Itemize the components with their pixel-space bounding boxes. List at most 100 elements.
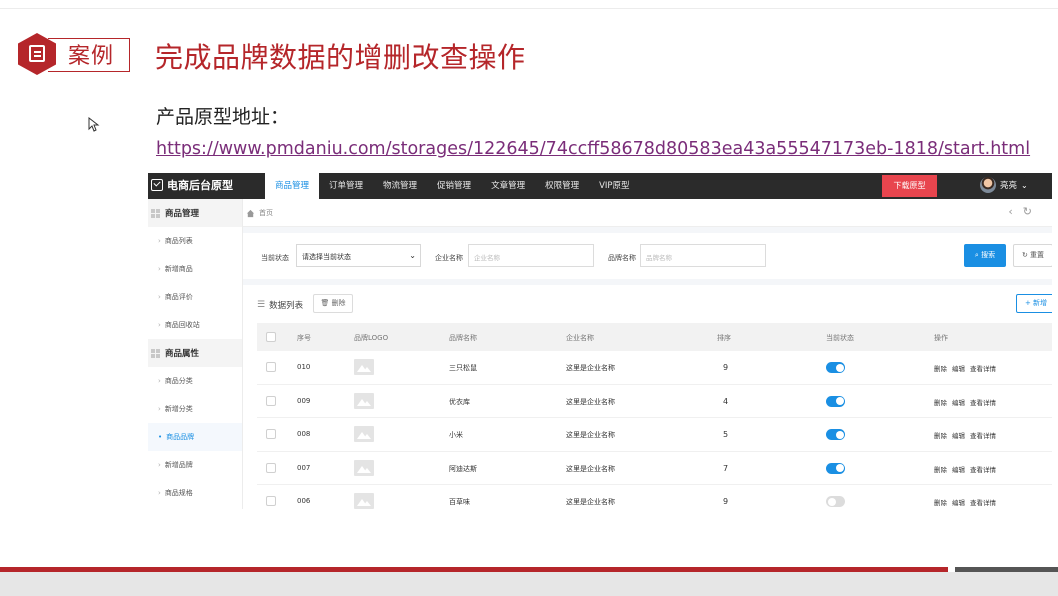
col-index: 序号	[297, 334, 311, 342]
sidebar-group-label: 商品管理	[165, 209, 200, 219]
row-sort: 9	[723, 497, 729, 506]
app-logo[interactable]: 电商后台原型	[151, 177, 233, 193]
home-icon[interactable]	[246, 209, 255, 218]
nav-item-articles[interactable]: 文章管理	[481, 173, 535, 199]
add-button[interactable]: + 新增	[1016, 294, 1052, 313]
user-name: 亮亮	[1000, 181, 1018, 191]
brand-input[interactable]: 品牌名称	[640, 244, 766, 267]
sidebar-item-add-category[interactable]: 新增分类	[148, 395, 242, 423]
case-badge: 案例	[18, 33, 130, 75]
search-button[interactable]: ⌕ 搜索	[964, 244, 1006, 267]
filter-bar: 当前状态 请选择当前状态 ⌄ 企业名称 企业名称 品牌名称 品牌名称 ⌕ 搜索 …	[243, 233, 1052, 279]
status-toggle[interactable]	[826, 362, 845, 373]
row-actions: 删除 编辑 查看详情	[934, 497, 1001, 507]
row-delete-link[interactable]: 删除	[934, 399, 947, 407]
nav-item-promotion[interactable]: 促销管理	[427, 173, 481, 199]
row-checkbox[interactable]	[266, 362, 276, 372]
row-delete-link[interactable]: 删除	[934, 466, 947, 474]
row-delete-link[interactable]: 删除	[934, 499, 947, 507]
row-checkbox[interactable]	[266, 462, 276, 473]
row-index: 009	[297, 396, 311, 405]
row-edit-link[interactable]: 编辑	[952, 365, 965, 373]
prototype-label: 产品原型地址：	[156, 106, 290, 128]
status-toggle[interactable]	[826, 429, 845, 440]
status-toggle[interactable]	[826, 496, 845, 507]
select-all-checkbox[interactable]	[266, 332, 276, 342]
sidebar-item-categories[interactable]: 商品分类	[148, 367, 242, 395]
row-detail-link[interactable]: 查看详情	[970, 432, 996, 440]
download-prototype-button[interactable]: 下载原型	[882, 175, 937, 197]
table-header: 序号 品牌LOGO 品牌名称 企业名称 排序 当前状态 操作	[257, 323, 1052, 351]
row-sort: 7	[723, 463, 729, 473]
grid-icon	[151, 348, 160, 358]
company-input[interactable]: 企业名称	[468, 244, 594, 267]
sidebar-item-goods-list[interactable]: 商品列表	[148, 227, 242, 255]
sidebar-item-brands[interactable]: 商品品牌	[148, 423, 242, 451]
slide-title: 完成品牌数据的增删改查操作	[155, 41, 526, 74]
nav-item-logistics[interactable]: 物流管理	[373, 173, 427, 199]
prototype-link[interactable]: https://www.pmdaniu.com/storages/122645/…	[156, 139, 1030, 159]
sidebar-item-specs[interactable]: 商品规格	[148, 479, 242, 507]
row-delete-link[interactable]: 删除	[934, 365, 947, 373]
sidebar-group-attributes[interactable]: 商品属性	[148, 339, 242, 367]
nav-item-permissions[interactable]: 权限管理	[535, 173, 589, 199]
breadcrumb-home[interactable]: 首页	[259, 208, 273, 218]
row-detail-link[interactable]: 查看详情	[970, 365, 996, 373]
nav-item-goods[interactable]: 商品管理	[265, 173, 320, 199]
table-row: 010 三只松鼠 这里是企业名称 9 删除 编辑 查看详情	[257, 351, 1052, 385]
row-edit-link[interactable]: 编辑	[952, 399, 965, 407]
batch-delete-button[interactable]: 🗑 删除	[313, 294, 353, 313]
row-sort: 4	[723, 396, 729, 406]
row-edit-link[interactable]: 编辑	[952, 466, 965, 474]
status-label: 当前状态	[261, 254, 289, 262]
row-index: 006	[297, 497, 311, 505]
row-edit-link[interactable]: 编辑	[952, 432, 965, 440]
status-select[interactable]: 请选择当前状态 ⌄	[296, 244, 421, 267]
sidebar-item-recycle[interactable]: 商品回收站	[148, 311, 242, 339]
app-logo-text: 电商后台原型	[167, 179, 233, 192]
row-checkbox[interactable]	[266, 496, 276, 506]
reset-button[interactable]: ↻ 重置	[1013, 244, 1052, 267]
footer	[0, 572, 1058, 596]
add-button-label: 新增	[1033, 299, 1048, 307]
col-actions: 操作	[934, 334, 948, 342]
sidebar-group-goods[interactable]: 商品管理	[148, 199, 242, 227]
grid-icon	[151, 208, 160, 218]
prototype-screenshot: 电商后台原型 商品管理 订单管理 物流管理 促销管理 文章管理 权限管理 VIP…	[148, 173, 1052, 509]
row-checkbox[interactable]	[266, 395, 276, 406]
data-list-panel: ☰ 数据列表 🗑 删除 + 新增 序号 品牌LOGO 品牌名称 企业名称 排序 …	[243, 285, 1052, 509]
row-brand: 三只松鼠	[449, 364, 477, 372]
row-company: 这里是企业名称	[566, 431, 615, 439]
sidebar-item-add-goods[interactable]: 新增商品	[148, 255, 242, 283]
table-row: 009 优衣库 这里是企业名称 4 删除 编辑 查看详情	[257, 385, 1052, 418]
row-edit-link[interactable]: 编辑	[952, 499, 965, 507]
top-nav: 商品管理 订单管理 物流管理 促销管理 文章管理 权限管理 VIP原型	[265, 173, 640, 199]
row-checkbox[interactable]	[266, 429, 276, 439]
row-brand: 小米	[449, 431, 463, 439]
chevron-down-icon: ⌄	[1021, 180, 1028, 190]
nav-item-vip[interactable]: VIP原型	[589, 173, 639, 199]
row-delete-link[interactable]: 删除	[934, 432, 947, 440]
row-detail-link[interactable]: 查看详情	[970, 499, 996, 507]
row-sort: 9	[723, 363, 729, 372]
sidebar-item-reviews[interactable]: 商品评价	[148, 283, 242, 311]
user-menu[interactable]: 亮亮 ⌄	[980, 177, 1028, 193]
row-detail-link[interactable]: 查看详情	[970, 399, 996, 407]
col-logo: 品牌LOGO	[354, 334, 389, 342]
list-icon: ☰	[257, 300, 266, 310]
page-nav-icons[interactable]: ‹↻	[1008, 205, 1042, 218]
sidebar-item-add-brand[interactable]: 新增品牌	[148, 451, 242, 479]
image-placeholder-icon	[354, 426, 374, 442]
row-brand: 优衣库	[449, 397, 470, 406]
row-detail-link[interactable]: 查看详情	[970, 466, 996, 474]
row-index: 007	[297, 463, 311, 472]
status-toggle[interactable]	[826, 395, 845, 407]
brand-label: 品牌名称	[608, 254, 636, 262]
image-placeholder-icon	[354, 359, 374, 375]
nav-item-orders[interactable]: 订单管理	[319, 173, 373, 199]
col-company: 企业名称	[566, 334, 594, 342]
image-placeholder-icon	[354, 493, 374, 509]
row-actions: 删除 编辑 查看详情	[934, 464, 1001, 474]
status-toggle[interactable]	[826, 462, 845, 474]
mouse-cursor-icon	[88, 117, 100, 132]
